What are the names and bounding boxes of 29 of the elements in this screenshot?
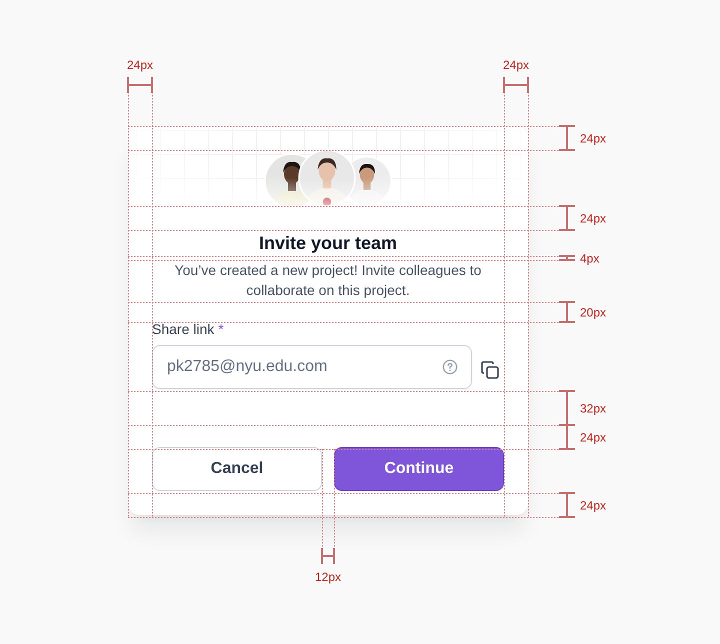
dimension-label: 24px [502, 58, 530, 72]
dimension-label: 24px [126, 58, 154, 72]
field-label: Share link [152, 320, 214, 338]
dimension-marker [321, 548, 335, 564]
dimension-marker [559, 255, 575, 261]
cancel-button[interactable]: Cancel [152, 447, 322, 491]
dimension-label: 24px [580, 430, 606, 444]
dimension-label: 32px [580, 402, 606, 416]
dialog-description: You’ve created a new project! Invite colleagues to collaborate on this project. [174, 261, 482, 300]
continue-button[interactable]: Continue [334, 447, 504, 491]
required-mark: * [218, 320, 224, 338]
dimension-label: 24px [580, 212, 606, 226]
share-link-field[interactable]: pk2785@nyu.edu.com [152, 345, 472, 389]
dimension-label: 20px [580, 306, 606, 320]
copy-icon[interactable] [480, 360, 500, 380]
dimension-marker [559, 492, 575, 518]
help-icon[interactable] [442, 359, 458, 375]
dimension-marker [559, 424, 575, 450]
dimension-marker [559, 125, 575, 151]
dimension-marker [559, 301, 575, 323]
dimension-label: 12px [314, 570, 342, 584]
dimension-marker [127, 77, 153, 93]
dimension-label: 4px [580, 252, 600, 266]
dimension-marker [559, 390, 575, 426]
dimension-label: 24px [580, 498, 606, 512]
dialog-title: Invite your team [258, 232, 398, 255]
dimension-marker [503, 77, 529, 93]
dimension-label: 24px [580, 132, 606, 146]
dimension-marker [559, 205, 575, 231]
